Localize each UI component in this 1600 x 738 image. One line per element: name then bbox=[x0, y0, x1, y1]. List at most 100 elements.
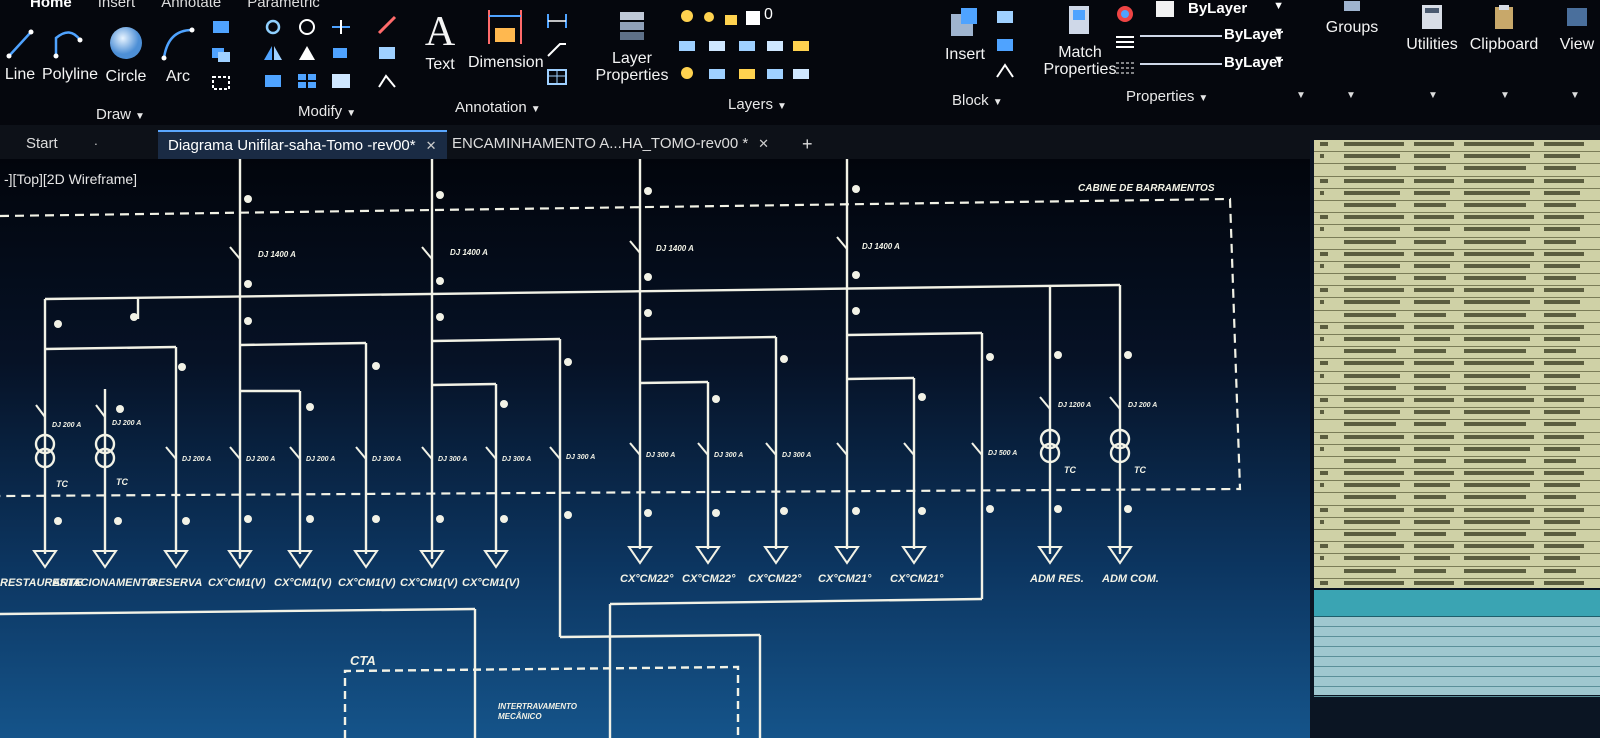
tab-annotate[interactable]: Annotate bbox=[161, 0, 221, 11]
chevron-down-icon[interactable]: ▼ bbox=[1346, 90, 1356, 101]
copy-icon[interactable] bbox=[210, 46, 232, 64]
block-panel-label[interactable]: Block ▼ bbox=[952, 92, 1003, 109]
layer-tool-icon[interactable] bbox=[736, 64, 758, 82]
view-button[interactable]: View bbox=[1554, 4, 1600, 53]
linetype-icon[interactable] bbox=[1114, 32, 1136, 50]
table-row bbox=[1314, 335, 1600, 348]
chevron-down-icon[interactable]: ▼ bbox=[1428, 90, 1438, 101]
close-icon[interactable]: ✕ bbox=[426, 138, 437, 153]
layer-tool-icon[interactable] bbox=[790, 64, 812, 82]
text-button[interactable]: A Text bbox=[420, 10, 460, 73]
dimension-button[interactable]: Dimension bbox=[468, 6, 544, 71]
new-tab-button[interactable]: + bbox=[792, 130, 823, 158]
layer-properties-button[interactable]: Layer Properties bbox=[594, 8, 670, 84]
leader-icon[interactable] bbox=[546, 40, 568, 58]
array-icon[interactable] bbox=[296, 72, 318, 90]
mirror-icon[interactable] bbox=[262, 44, 284, 62]
table-row bbox=[1314, 433, 1600, 445]
lineweight-icon[interactable] bbox=[1114, 58, 1136, 76]
join-icon[interactable] bbox=[376, 72, 398, 90]
color-wheel-icon[interactable] bbox=[1114, 4, 1136, 22]
tab-start[interactable]: Start · bbox=[16, 130, 108, 158]
close-icon[interactable]: · bbox=[94, 136, 98, 151]
breaker-top-label: DJ 1400 A bbox=[258, 250, 296, 259]
groups-button[interactable]: Groups bbox=[1322, 0, 1382, 36]
tab-encaminhamento[interactable]: ENCAMINHAMENTO A...HA_TOMO-rev00 * ✕ bbox=[442, 130, 779, 158]
interlock-label: INTERTRAVAMENTO MECÂNICO bbox=[498, 702, 578, 721]
erase-icon[interactable] bbox=[376, 14, 398, 35]
layer-tool-icon[interactable] bbox=[764, 36, 786, 54]
panel-expander-icon[interactable]: ▼ bbox=[1296, 90, 1306, 101]
lock-icon[interactable] bbox=[720, 8, 742, 26]
linear-dim-icon[interactable] bbox=[546, 12, 568, 30]
color-swatch-icon[interactable] bbox=[742, 8, 764, 26]
layer-tool-icon[interactable] bbox=[676, 64, 698, 82]
layer-tool-icon[interactable] bbox=[790, 36, 812, 54]
trim-icon[interactable] bbox=[296, 18, 318, 36]
chevron-down-icon[interactable]: ▼ bbox=[1570, 90, 1580, 101]
clipboard-button[interactable]: Clipboard bbox=[1468, 4, 1540, 53]
match-properties-button[interactable]: Match Properties bbox=[1042, 4, 1118, 78]
breaker-rating: DJ 300 A bbox=[502, 456, 531, 463]
layer-tool-icon[interactable] bbox=[706, 64, 728, 82]
explode-icon[interactable] bbox=[376, 44, 398, 62]
utilities-button[interactable]: Utilities bbox=[1400, 4, 1464, 53]
drawing-viewport[interactable]: -][Top][2D Wireframe] CABINE DE BARRAMEN… bbox=[0, 159, 1310, 738]
circuit-table-panel[interactable] bbox=[1310, 140, 1600, 738]
layer-tool-icon[interactable] bbox=[764, 64, 786, 82]
table-row bbox=[1314, 323, 1600, 335]
scale-icon[interactable] bbox=[262, 72, 284, 90]
stretch-box-icon[interactable] bbox=[210, 74, 232, 92]
current-layer[interactable]: 0 bbox=[764, 6, 773, 24]
draw-panel-label[interactable]: Draw ▼ bbox=[96, 106, 145, 123]
line-icon bbox=[4, 28, 36, 64]
tab-insert[interactable]: Insert bbox=[98, 0, 136, 11]
attribute-icon[interactable] bbox=[994, 62, 1016, 80]
cta-label: CTA bbox=[350, 653, 376, 668]
color-swatch-icon bbox=[1156, 1, 1174, 17]
viewport-controls-label[interactable]: -][Top][2D Wireframe] bbox=[4, 171, 137, 187]
color-bylayer-select[interactable]: ByLayer ▼ bbox=[1140, 0, 1288, 20]
insert-button[interactable]: Insert bbox=[940, 4, 990, 63]
tab-home[interactable]: Home bbox=[30, 0, 72, 11]
table-row bbox=[1314, 262, 1600, 275]
polyline-button[interactable]: Polyline bbox=[42, 28, 98, 83]
line-button[interactable]: Line bbox=[4, 28, 36, 83]
tab-parametric[interactable]: Parametric bbox=[247, 0, 320, 11]
tc-label: TC bbox=[56, 479, 68, 489]
arc-button[interactable]: Arc bbox=[158, 24, 198, 85]
offset-icon[interactable] bbox=[330, 72, 352, 90]
circle-button[interactable]: Circle bbox=[104, 24, 148, 85]
properties-panel-label[interactable]: Properties ▼ bbox=[1126, 88, 1208, 105]
insert-block-icon bbox=[940, 4, 990, 44]
match-properties-icon bbox=[1042, 4, 1118, 42]
groups-icon bbox=[1322, 0, 1382, 17]
move-icon[interactable] bbox=[210, 18, 232, 36]
layers-panel-label[interactable]: Layers ▼ bbox=[728, 96, 787, 113]
stretch-icon[interactable] bbox=[330, 44, 352, 62]
linetype-preview bbox=[1140, 35, 1222, 37]
table-row bbox=[1314, 140, 1600, 153]
lineweight-bylayer-select[interactable]: ByLayer ▼ bbox=[1140, 52, 1288, 74]
annotation-panel-label[interactable]: Annotation ▼ bbox=[455, 99, 541, 116]
breaker-top-label: DJ 1400 A bbox=[450, 248, 488, 257]
extend-icon[interactable] bbox=[330, 18, 352, 36]
table-row bbox=[1314, 372, 1600, 384]
layer-tool-icon[interactable] bbox=[706, 36, 728, 54]
linetype-bylayer-select[interactable]: ByLayer ▼ bbox=[1140, 24, 1288, 46]
bulb-icon[interactable] bbox=[676, 8, 698, 26]
edit-block-icon[interactable] bbox=[994, 36, 1016, 54]
sun-icon[interactable] bbox=[698, 8, 720, 26]
polyline-icon bbox=[42, 28, 98, 64]
create-block-icon[interactable] bbox=[994, 8, 1016, 26]
tab-diagrama-unifilar[interactable]: Diagrama Unifilar-saha-Tomo -rev00* ✕ bbox=[158, 130, 447, 160]
table-icon[interactable] bbox=[546, 68, 568, 86]
rotate-icon[interactable] bbox=[262, 18, 284, 36]
modify-panel-label[interactable]: Modify ▼ bbox=[298, 103, 356, 120]
close-icon[interactable]: ✕ bbox=[758, 136, 769, 151]
feeder-label: CX°CM22° bbox=[748, 573, 802, 585]
layer-tool-icon[interactable] bbox=[736, 36, 758, 54]
fillet-icon[interactable] bbox=[296, 44, 318, 62]
layer-tool-icon[interactable] bbox=[676, 36, 698, 54]
chevron-down-icon[interactable]: ▼ bbox=[1500, 90, 1510, 101]
